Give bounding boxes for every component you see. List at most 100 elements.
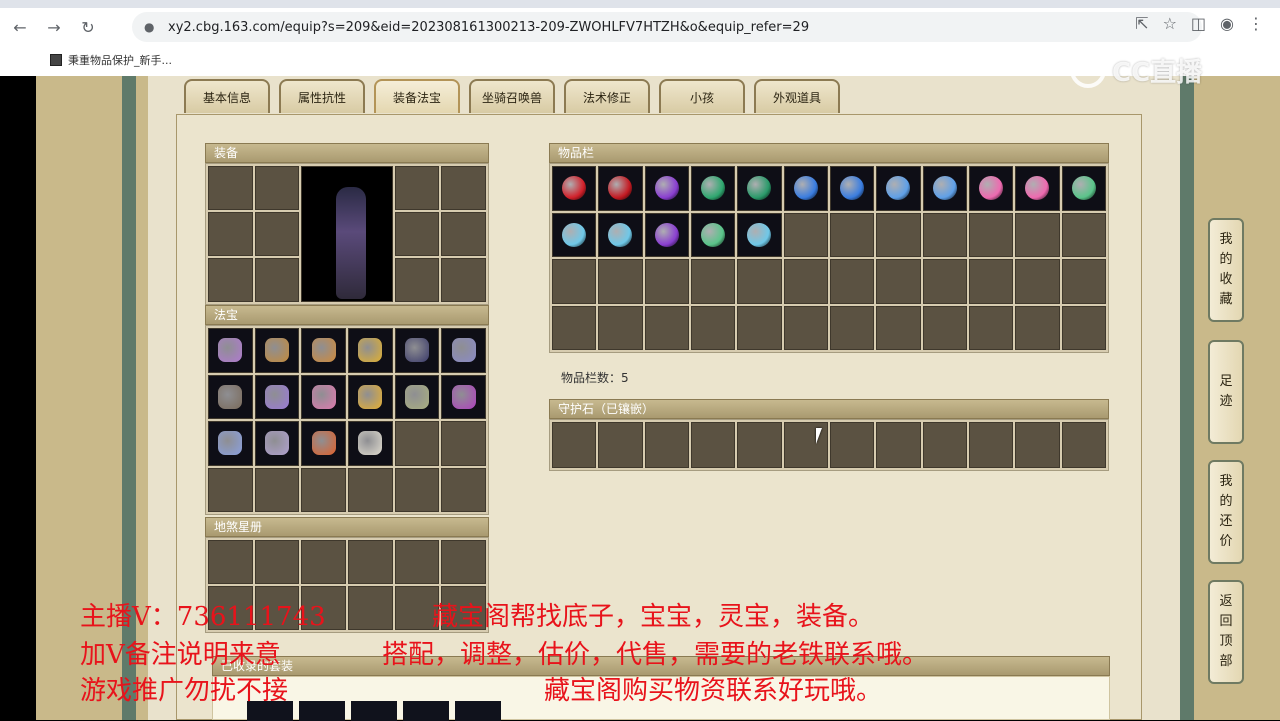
inventory-item[interactable] [552,212,597,257]
inventory-slot[interactable] [783,259,828,304]
guard-stone-slot[interactable] [737,422,782,468]
guard-stone-slot[interactable] [1015,422,1060,468]
inventory-slot[interactable] [644,259,689,304]
disha-slot[interactable] [208,540,253,584]
equip-slot[interactable] [208,258,253,302]
fabao-item[interactable] [348,374,393,419]
equip-slot[interactable] [394,258,440,302]
inventory-item[interactable] [644,212,689,257]
fabao-item[interactable] [254,328,300,373]
set-thumbnail[interactable] [455,701,501,721]
inventory-slot[interactable] [968,259,1014,304]
equip-slot[interactable] [441,212,486,256]
inventory-slot[interactable] [968,212,1014,257]
fabao-item[interactable] [301,421,346,466]
tab-5[interactable]: 小孩 [659,79,745,113]
inventory-slot[interactable] [876,305,921,350]
fabao-slot[interactable] [394,421,440,466]
forward-icon[interactable]: → [40,13,68,41]
fabao-slot[interactable] [441,467,486,512]
fabao-item[interactable] [301,374,346,419]
inventory-slot[interactable] [1015,212,1060,257]
fabao-item[interactable] [208,374,253,419]
inventory-item[interactable] [690,166,736,211]
inventory-slot[interactable] [644,305,689,350]
back-icon[interactable]: ← [6,13,34,41]
profile-icon[interactable]: ◉ [1220,14,1234,33]
tab-0[interactable]: 基本信息 [184,79,270,113]
guard-stone-slot[interactable] [1061,422,1106,468]
set-thumbnail[interactable] [299,701,345,721]
equip-slot[interactable] [208,166,253,210]
inventory-slot[interactable] [922,305,967,350]
inventory-slot[interactable] [968,305,1014,350]
inventory-item[interactable] [737,212,782,257]
url-bar[interactable]: ● xy2.cbg.163.com/equip?s=209&eid=202308… [132,12,1202,42]
equip-slot[interactable] [441,258,486,302]
set-thumbnail[interactable] [403,701,449,721]
disha-slot[interactable] [348,540,393,584]
menu-icon[interactable]: ⋮ [1248,14,1264,33]
inventory-slot[interactable] [598,259,643,304]
fabao-item[interactable] [441,374,486,419]
disha-slot[interactable] [394,540,440,584]
disha-slot[interactable] [254,540,300,584]
tab-1[interactable]: 属性抗性 [279,79,365,113]
inventory-slot[interactable] [876,259,921,304]
inventory-slot[interactable] [876,212,921,257]
inventory-slot[interactable] [598,305,643,350]
inventory-item[interactable] [783,166,828,211]
equip-slot[interactable] [394,166,440,210]
sidebar-icon[interactable]: ◫ [1191,14,1206,33]
fabao-slot[interactable] [441,421,486,466]
side-tab-back-to-top[interactable]: 返回顶部 [1208,580,1244,684]
inventory-slot[interactable] [1061,305,1106,350]
inventory-slot[interactable] [922,212,967,257]
inventory-slot[interactable] [1061,212,1106,257]
guard-stone-slot[interactable] [922,422,967,468]
inventory-item[interactable] [1061,166,1106,211]
inventory-slot[interactable] [690,305,736,350]
fabao-slot[interactable] [254,467,300,512]
inventory-item[interactable] [968,166,1014,211]
side-tab-my-offers[interactable]: 我的还价 [1208,460,1244,564]
fabao-slot[interactable] [301,467,346,512]
fabao-item[interactable] [208,328,253,373]
inventory-item[interactable] [829,166,875,211]
fabao-slot[interactable] [394,467,440,512]
inventory-slot[interactable] [552,259,597,304]
fabao-slot[interactable] [348,467,393,512]
fabao-item[interactable] [208,421,253,466]
equip-slot[interactable] [394,212,440,256]
guard-stone-slot[interactable] [829,422,875,468]
inventory-slot[interactable] [1061,259,1106,304]
set-thumbnail[interactable] [351,701,397,721]
side-tab-footprint[interactable]: 足迹 [1208,340,1244,444]
fabao-item[interactable] [348,421,393,466]
fabao-item[interactable] [394,328,440,373]
disha-slot[interactable] [348,586,393,630]
inventory-item[interactable] [1015,166,1060,211]
guard-stone-slot[interactable] [876,422,921,468]
inventory-slot[interactable] [829,212,875,257]
inventory-item[interactable] [690,212,736,257]
inventory-item[interactable] [552,166,597,211]
fabao-item[interactable] [254,374,300,419]
fabao-item[interactable] [394,374,440,419]
tab-6[interactable]: 外观道具 [754,79,840,113]
inventory-slot[interactable] [1015,305,1060,350]
equip-slot[interactable] [208,212,253,256]
tab-4[interactable]: 法术修正 [564,79,650,113]
equip-slot[interactable] [254,166,300,210]
fabao-item[interactable] [254,421,300,466]
inventory-slot[interactable] [690,259,736,304]
guard-stone-slot[interactable] [690,422,736,468]
inventory-slot[interactable] [1015,259,1060,304]
reload-icon[interactable]: ↻ [74,13,102,41]
fabao-item[interactable] [348,328,393,373]
inventory-item[interactable] [598,166,643,211]
inventory-slot[interactable] [783,212,828,257]
guard-stone-slot[interactable] [968,422,1014,468]
bookmark-link[interactable]: 秉重物品保护_新手... [68,52,172,68]
inventory-item[interactable] [876,166,921,211]
